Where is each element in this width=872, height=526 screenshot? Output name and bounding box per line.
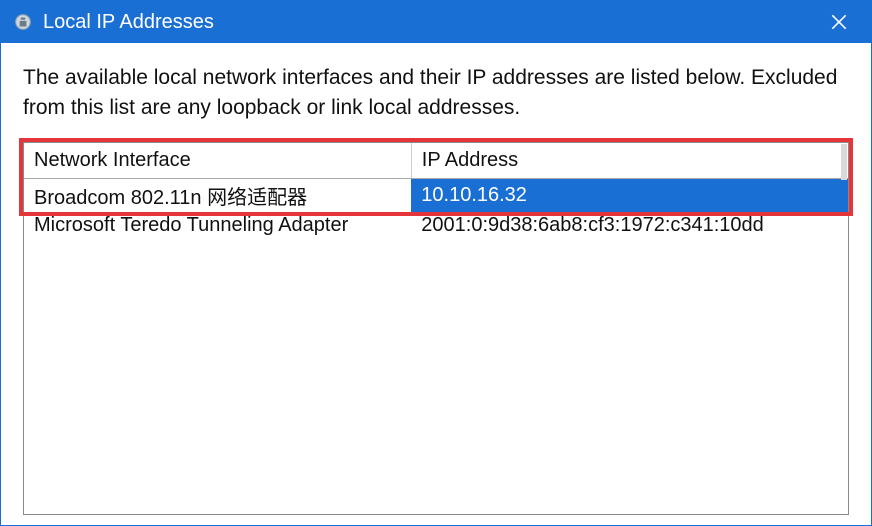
scrollbar[interactable] <box>841 144 847 180</box>
table-row[interactable]: Broadcom 802.11n 网络适配器 10.10.16.32 <box>24 178 848 212</box>
close-button[interactable] <box>819 1 859 43</box>
ip-table[interactable]: Network Interface IP Address Broadcom 80… <box>24 143 848 239</box>
table-container: Network Interface IP Address Broadcom 80… <box>23 142 849 515</box>
table-row[interactable]: Microsoft Teredo Tunneling Adapter 2001:… <box>24 212 848 239</box>
cell-interface: Microsoft Teredo Tunneling Adapter <box>24 212 411 239</box>
content-area: The available local network interfaces a… <box>1 43 871 525</box>
close-icon <box>831 14 847 30</box>
dialog-title: Local IP Addresses <box>43 11 819 34</box>
col-header-ip[interactable]: IP Address <box>411 143 848 179</box>
col-header-interface[interactable]: Network Interface <box>24 143 411 179</box>
cell-interface: Broadcom 802.11n 网络适配器 <box>24 178 411 212</box>
titlebar[interactable]: Local IP Addresses <box>1 1 871 43</box>
cell-ip: 10.10.16.32 <box>411 178 848 212</box>
dialog-window: Local IP Addresses The available local n… <box>0 0 872 526</box>
ip-table-panel: Network Interface IP Address Broadcom 80… <box>23 142 849 515</box>
cell-ip: 2001:0:9d38:6ab8:cf3:1972:c341:10dd <box>411 212 848 239</box>
description-text: The available local network interfaces a… <box>23 63 849 124</box>
app-icon <box>13 12 33 32</box>
